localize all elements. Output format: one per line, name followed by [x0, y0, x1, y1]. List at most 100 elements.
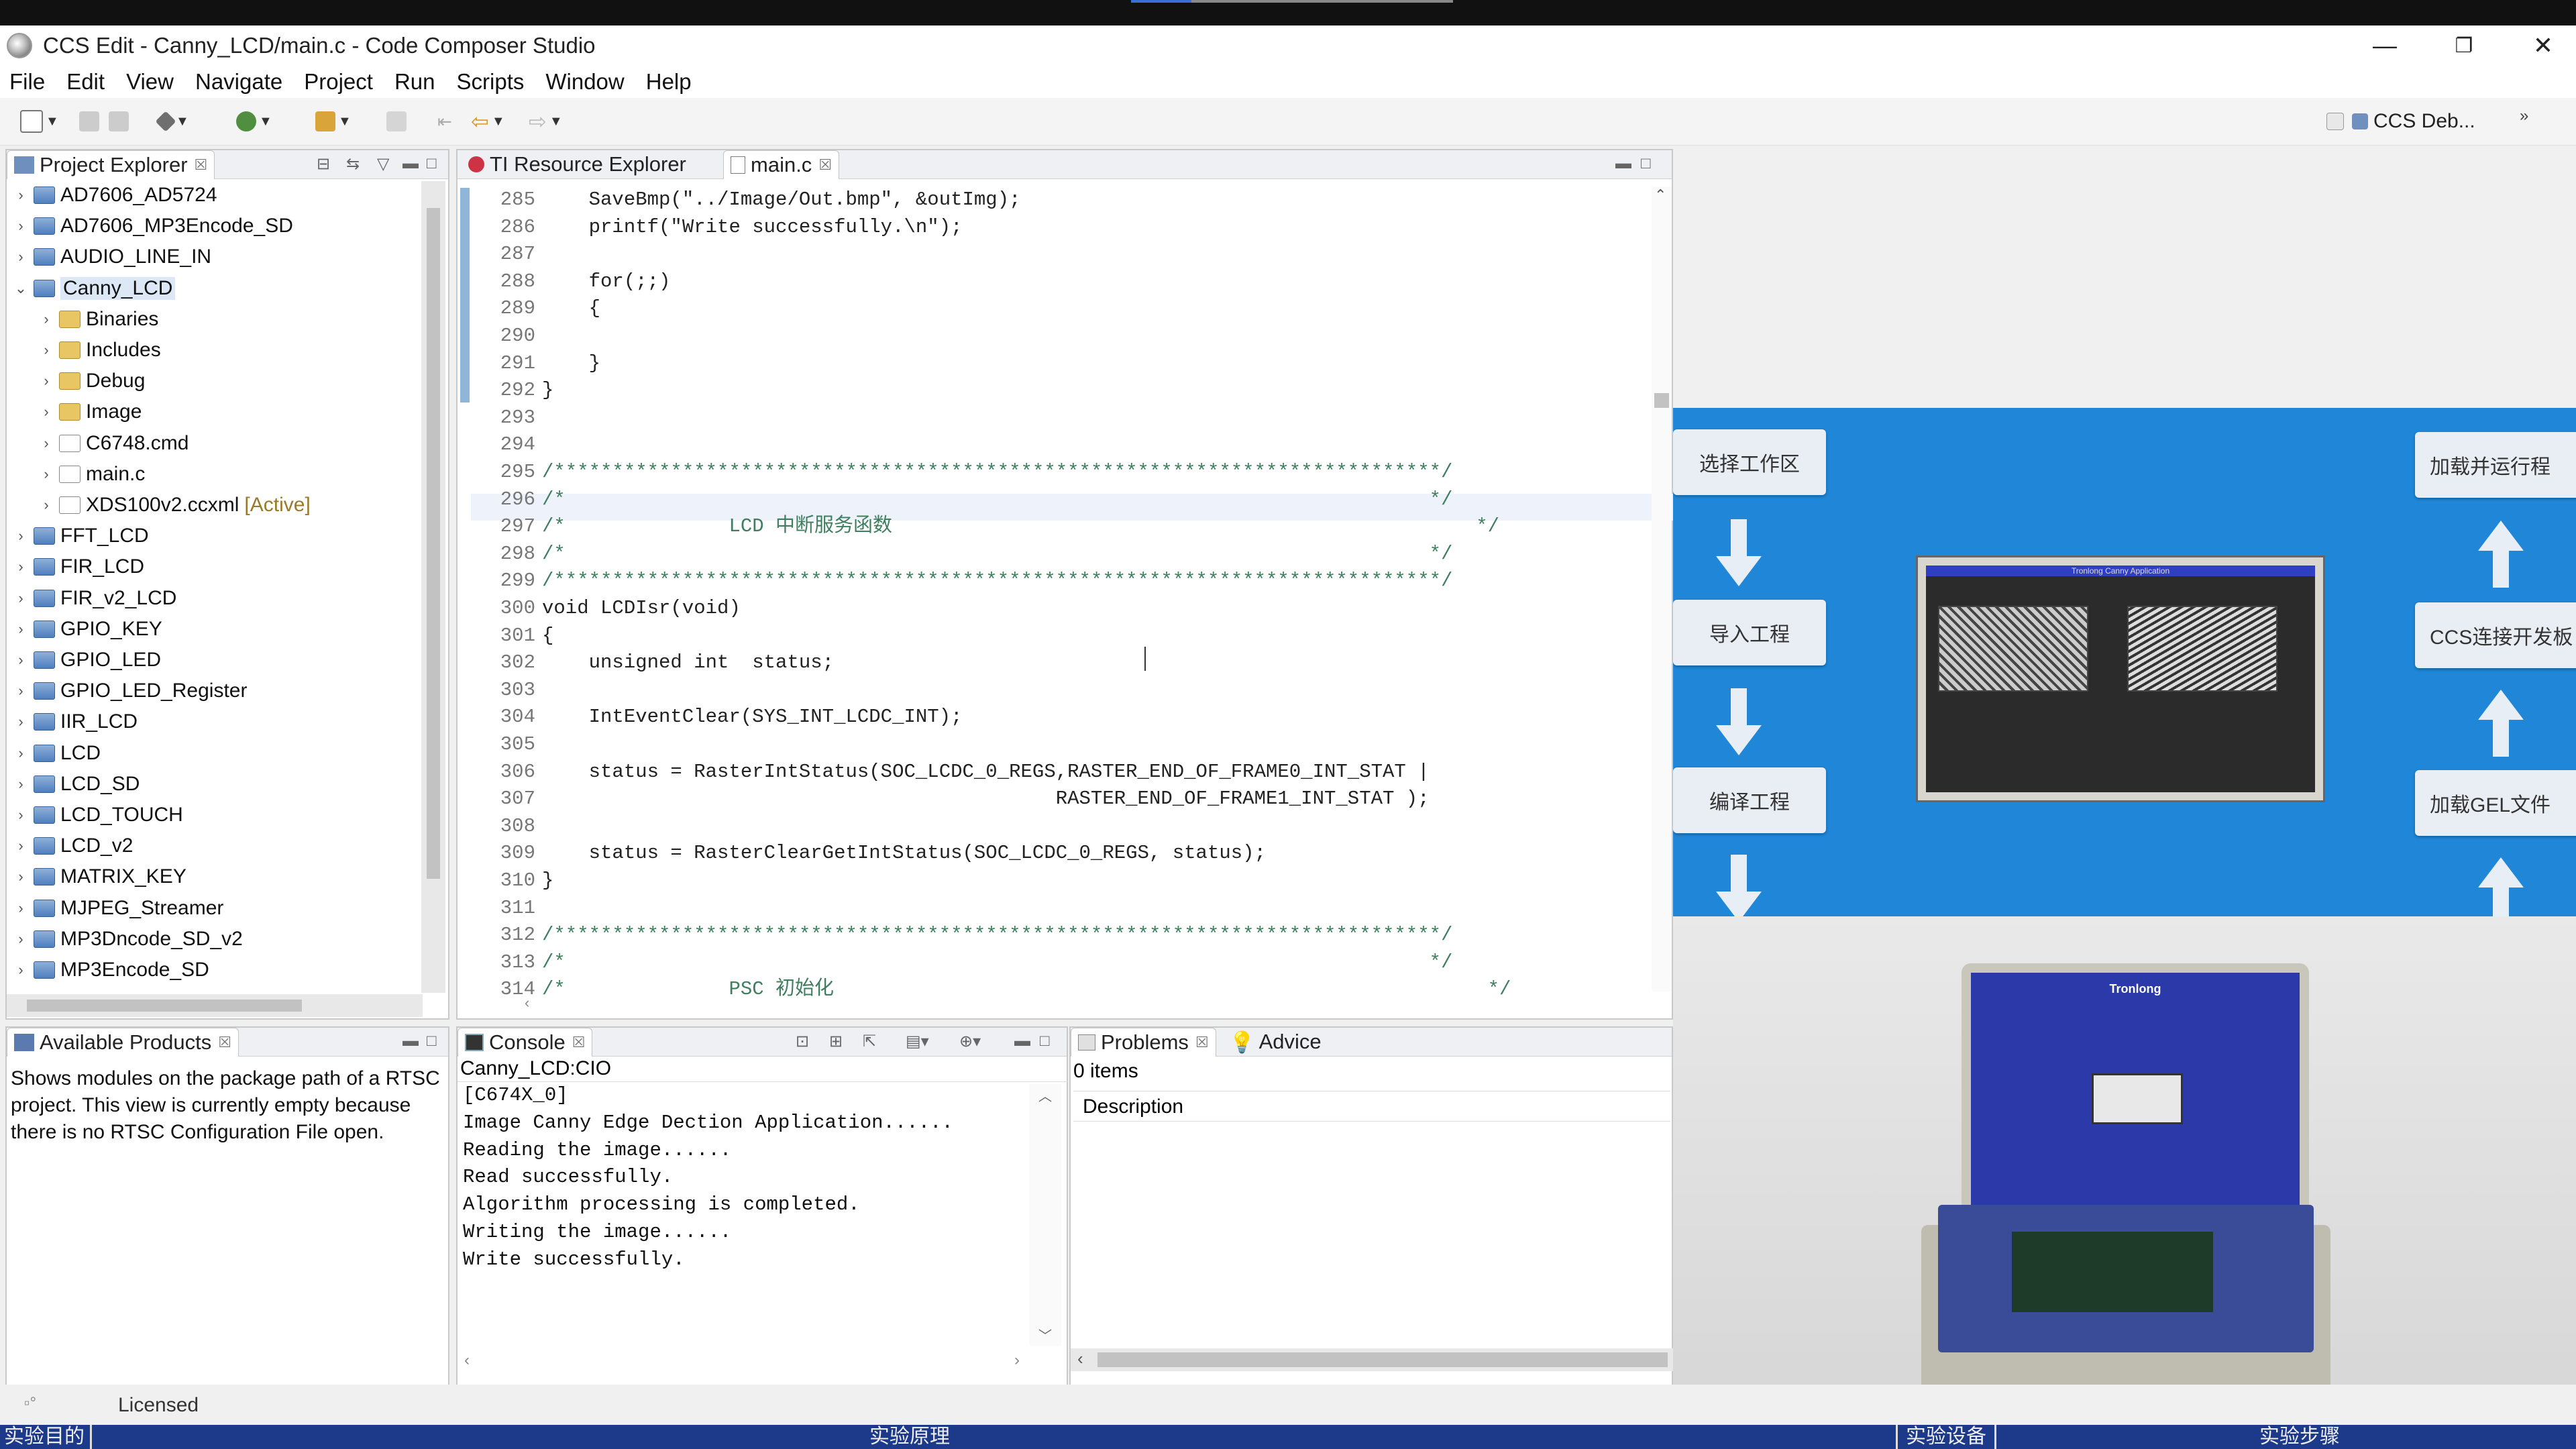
tree-item[interactable]: ⌄ Canny_LCD: [7, 273, 176, 304]
code-line[interactable]: 296 /* */: [471, 486, 1453, 514]
tree-item[interactable]: › LCD_SD: [7, 769, 140, 800]
tree-item[interactable]: › Image: [7, 396, 142, 427]
code-line[interactable]: 286 printf("Write successfully.\n");: [471, 214, 963, 241]
tree-item[interactable]: › XDS100v2.ccxml [Active]: [7, 490, 310, 521]
tree-item[interactable]: › GPIO_LED: [7, 645, 161, 676]
close-icon[interactable]: ☒: [572, 1034, 586, 1051]
code-line[interactable]: 291 }: [471, 350, 600, 378]
open-console-icon[interactable]: ⊕▾: [959, 1032, 981, 1051]
code-line[interactable]: 288 for(;;): [471, 268, 671, 296]
view-menu-icon[interactable]: ▽: [377, 154, 389, 174]
tree-horizontal-scrollbar[interactable]: [7, 994, 423, 1017]
chevron-right-icon[interactable]: ›: [12, 217, 30, 235]
maximize-view-icon[interactable]: □: [1641, 154, 1651, 173]
tree-item[interactable]: › FIR_v2_LCD: [7, 583, 176, 614]
menu-scripts[interactable]: Scripts: [446, 69, 535, 95]
chevron-down-icon[interactable]: ⌄: [12, 280, 30, 297]
code-line[interactable]: 299 /************************************…: [471, 568, 1453, 595]
code-line[interactable]: 290: [471, 323, 542, 350]
console-output[interactable]: [C674X_0] Image Canny Edge Dection Applic…: [458, 1084, 1041, 1346]
tree-item[interactable]: › MP3Dncode_SD_v2: [7, 924, 243, 955]
chevron-right-icon[interactable]: ›: [12, 900, 30, 917]
last-edit-button[interactable]: ⇤: [437, 110, 452, 133]
tree-item[interactable]: › Debug: [7, 366, 145, 396]
code-line[interactable]: 305: [471, 731, 542, 759]
tree-item[interactable]: › Includes: [7, 335, 160, 366]
chevron-left-icon[interactable]: ‹: [525, 994, 529, 1012]
chevron-down-icon[interactable]: ﹀: [1038, 1325, 1052, 1344]
code-line[interactable]: 289 {: [471, 295, 600, 323]
maximize-view-icon[interactable]: □: [1040, 1032, 1050, 1051]
code-line[interactable]: 313 /* */: [471, 949, 1453, 977]
tab-advice[interactable]: 💡 Advice: [1222, 1028, 1328, 1056]
code-line[interactable]: 307 RASTER_END_OF_FRAME1_INT_STAT );: [471, 786, 1430, 813]
minimize-view-icon[interactable]: ▬: [1615, 154, 1631, 173]
chevron-right-icon[interactable]: ›: [38, 372, 55, 390]
code-line[interactable]: 304 IntEventClear(SYS_INT_LCDC_INT);: [471, 704, 963, 731]
tab-ti-resource-explorer[interactable]: TI Resource Explorer: [462, 150, 693, 178]
chevron-right-icon[interactable]: ›: [12, 682, 30, 700]
back-button[interactable]: ⇦ ▼: [471, 109, 505, 133]
scrollbar-thumb[interactable]: [1097, 1352, 1668, 1367]
chevron-right-icon[interactable]: ›: [12, 775, 30, 793]
code-line[interactable]: 314 /* PSC 初始化 */: [471, 976, 1511, 998]
save-all-button[interactable]: [109, 110, 129, 133]
problems-horizontal-scrollbar[interactable]: ‹: [1071, 1348, 1674, 1371]
tree-item[interactable]: › LCD: [7, 738, 101, 769]
maximize-view-icon[interactable]: □: [427, 1032, 437, 1051]
maximize-view-icon[interactable]: □: [427, 154, 437, 173]
chevron-right-icon[interactable]: ›: [1014, 1351, 1020, 1370]
code-line[interactable]: 295 /************************************…: [471, 459, 1453, 486]
menu-file[interactable]: File: [0, 69, 56, 95]
toolbar-overflow-button[interactable]: »: [2520, 105, 2528, 127]
code-line[interactable]: 297 /* LCD 中断服务函数 */: [471, 513, 1499, 541]
pin-console-icon[interactable]: ⇱: [863, 1032, 876, 1051]
tab-project-explorer[interactable]: Project Explorer ☒: [7, 150, 215, 179]
chevron-left-icon[interactable]: ‹: [1077, 1348, 1083, 1369]
code-line[interactable]: 302 unsigned int status;: [471, 649, 834, 677]
close-icon[interactable]: ☒: [195, 156, 208, 174]
tree-item[interactable]: › C6748.cmd: [7, 428, 189, 459]
menu-edit[interactable]: Edit: [56, 69, 115, 95]
tree-item[interactable]: › LCD_v2: [7, 830, 133, 861]
new-button[interactable]: ▼: [20, 110, 59, 133]
close-icon[interactable]: ☒: [218, 1034, 231, 1051]
menu-navigate[interactable]: Navigate: [184, 69, 293, 95]
chevron-right-icon[interactable]: ›: [12, 961, 30, 979]
chevron-right-icon[interactable]: ›: [38, 466, 55, 483]
minimize-view-icon[interactable]: ▬: [402, 154, 419, 173]
tree-item[interactable]: › LCD_TOUCH: [7, 800, 182, 830]
minimize-view-icon[interactable]: ▬: [402, 1032, 419, 1051]
menu-window[interactable]: Window: [535, 69, 635, 95]
tree-item[interactable]: › AD7606_MP3Encode_SD: [7, 211, 293, 241]
code-line[interactable]: 287: [471, 241, 542, 268]
code-line[interactable]: 312 /************************************…: [471, 922, 1453, 949]
chevron-right-icon[interactable]: ›: [12, 186, 30, 204]
link-editor-icon[interactable]: ⇆: [346, 154, 360, 174]
minimize-button[interactable]: —: [2355, 25, 2415, 66]
tree-item[interactable]: › MATRIX_KEY: [7, 861, 186, 892]
debug-button[interactable]: ▼: [236, 110, 272, 133]
perspective-ccs-debug[interactable]: CCS Deb...: [2326, 110, 2475, 133]
chevron-right-icon[interactable]: ›: [12, 806, 30, 824]
chevron-right-icon[interactable]: ›: [38, 311, 55, 328]
minimize-view-icon[interactable]: ▬: [1014, 1032, 1030, 1051]
chevron-right-icon[interactable]: ›: [12, 558, 30, 576]
tree-item[interactable]: › FIR_LCD: [7, 551, 144, 582]
tab-available-products[interactable]: Available Products ☒: [7, 1028, 239, 1057]
chevron-up-icon[interactable]: ⌃: [1654, 186, 1666, 204]
display-console-icon[interactable]: ▤▾: [906, 1032, 929, 1051]
chevron-right-icon[interactable]: ›: [12, 590, 30, 607]
code-line[interactable]: 306 status = RasterIntStatus(SOC_LCDC_0_…: [471, 759, 1430, 786]
chevron-right-icon[interactable]: ›: [12, 248, 30, 266]
chevron-up-icon[interactable]: ︿: [1038, 1085, 1052, 1105]
menu-project[interactable]: Project: [293, 69, 384, 95]
chevron-right-icon[interactable]: ›: [12, 621, 30, 638]
menu-view[interactable]: View: [115, 69, 184, 95]
tree-item[interactable]: › GPIO_LED_Register: [7, 676, 247, 706]
chevron-right-icon[interactable]: ›: [38, 403, 55, 421]
code-line[interactable]: 303: [471, 677, 542, 704]
code-line[interactable]: 294: [471, 431, 542, 459]
chevron-right-icon[interactable]: ›: [12, 745, 30, 762]
chevron-right-icon[interactable]: ›: [12, 868, 30, 885]
